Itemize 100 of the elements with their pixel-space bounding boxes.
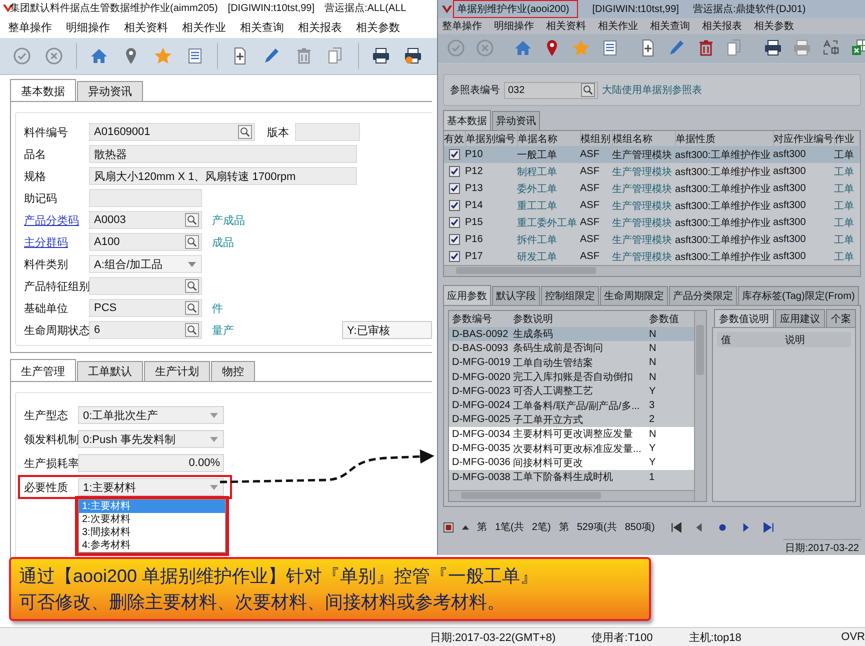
lookup-field[interactable]: PCS xyxy=(89,299,202,317)
table-row[interactable]: D-MFG-0025 子工单开立方式 2 xyxy=(449,412,694,428)
column-header[interactable]: 说明 xyxy=(785,332,805,346)
horizontal-scrollbar[interactable] xyxy=(444,265,860,276)
lookup-field[interactable]: A100 xyxy=(89,233,202,251)
menu-item[interactable]: 相关报表 xyxy=(702,18,742,33)
dropdown-field[interactable]: A:组合/加工品 xyxy=(89,255,202,273)
menu-item[interactable]: 相关作业 xyxy=(598,18,638,33)
horizontal-scrollbar[interactable] xyxy=(449,490,694,501)
column-header[interactable]: 值 xyxy=(721,332,731,346)
table-row[interactable]: P15 重工委外工单 ASF 生产管理模块 asft300:工单维护作业 asft300 工单 xyxy=(444,214,860,231)
column-header[interactable]: 单据名称 xyxy=(517,131,580,146)
vertical-scrollbar[interactable] xyxy=(694,311,706,501)
text-field[interactable] xyxy=(89,189,202,207)
table-row[interactable]: D-BAS-0093 条码生成前是否询问 N xyxy=(449,341,694,356)
printer-icon[interactable] xyxy=(763,38,783,58)
tab[interactable]: 库存标签(Tag)限定(From) xyxy=(738,286,859,305)
menu-item[interactable]: 相关资料 xyxy=(124,20,168,34)
table-row[interactable]: P14 重工工单 ASF 生产管理模块 asft300:工单维护作业 asft300 工单 xyxy=(444,197,860,214)
table-row[interactable]: P10 一般工单 ASF 生产管理模块 asft300:工单维护作业 asft300 工单 xyxy=(444,146,860,163)
tab[interactable]: 异动资讯 xyxy=(77,81,143,101)
tab[interactable]: 控制组限定 xyxy=(541,286,599,305)
tab[interactable]: 异动资讯 xyxy=(492,111,540,130)
checkbox[interactable] xyxy=(449,149,460,160)
table-row[interactable]: D-MFG-0019 工单自动生管结案 N xyxy=(449,356,694,370)
tab[interactable]: 参数值说明 xyxy=(714,309,774,328)
printer-icon[interactable] xyxy=(371,46,391,66)
search-icon[interactable] xyxy=(581,83,595,97)
check-circle-icon[interactable] xyxy=(446,38,466,58)
search-icon[interactable] xyxy=(185,213,199,227)
table-row[interactable]: D-MFG-0038 工单下阶备料生成时机 1 xyxy=(449,470,694,484)
table-row[interactable]: D-MFG-0034 主要材料可更改调整应发量 N xyxy=(449,427,694,442)
table-row[interactable]: P13 委外工单 ASF 生产管理模块 asft300:工单维护作业 asft300 工单 xyxy=(444,180,860,197)
search-icon[interactable] xyxy=(238,125,252,139)
text-field[interactable]: 散热器 xyxy=(89,145,357,163)
last-page-icon[interactable] xyxy=(762,522,774,532)
table-row[interactable]: D-MFG-0035 次要材料可更改标准应发量... Y xyxy=(449,441,694,456)
column-header[interactable]: 单据性质 xyxy=(675,131,773,146)
checkbox[interactable] xyxy=(449,166,460,177)
tab[interactable]: 应用建议 xyxy=(775,309,825,328)
menu-item[interactable]: 整单操作 xyxy=(442,18,482,33)
checkbox[interactable] xyxy=(449,251,460,262)
lookup-field[interactable]: A01609001 xyxy=(89,123,255,141)
dropdown-option[interactable]: 3:間接材料 xyxy=(79,526,225,539)
table-row[interactable]: D-MFG-0024 工单备料/联产品/副产品/多... 3 xyxy=(449,398,694,413)
checkbox[interactable] xyxy=(449,183,460,194)
tab[interactable]: 基本数据 xyxy=(10,79,76,101)
column-header[interactable]: 模组名称 xyxy=(612,131,675,146)
column-header[interactable]: 模组别 xyxy=(580,131,612,146)
tab[interactable]: 默认字段 xyxy=(492,286,540,305)
menu-item[interactable]: 相关参数 xyxy=(356,20,400,34)
dropdown-option[interactable]: 4:参考材料 xyxy=(79,539,225,552)
menu-item[interactable]: 明细操作 xyxy=(66,20,110,34)
home-icon[interactable] xyxy=(89,46,109,66)
checkbox[interactable] xyxy=(449,217,460,228)
menu-item[interactable]: 相关查询 xyxy=(240,20,284,34)
tab[interactable]: 物控 xyxy=(211,361,255,381)
search-icon[interactable] xyxy=(185,279,199,293)
tab[interactable]: 生命周期限定 xyxy=(600,286,668,305)
column-header[interactable]: 参数说明 xyxy=(513,312,649,326)
column-header[interactable]: 对应作业编号 xyxy=(773,131,834,146)
dropdown-option[interactable]: 2:次要材料 xyxy=(79,513,225,526)
field-link[interactable]: 产品分类码 xyxy=(24,212,89,228)
lookup-field[interactable]: A0003 xyxy=(89,211,202,229)
star-icon[interactable] xyxy=(153,46,173,66)
menu-item[interactable]: 相关查询 xyxy=(650,18,690,33)
tab[interactable]: 工单默认 xyxy=(77,361,143,381)
record-dot-icon[interactable] xyxy=(716,522,728,532)
column-header[interactable]: 参数值 xyxy=(649,312,681,326)
column-header[interactable]: 单据别编号 xyxy=(465,131,517,146)
lookup-field[interactable]: 032 xyxy=(504,82,598,98)
number-field[interactable]: 0.00% xyxy=(78,454,224,472)
table-row[interactable]: D-BAS-0092 生成条码 N xyxy=(449,327,694,342)
menu-item[interactable]: 明细操作 xyxy=(494,18,534,33)
menu-item[interactable]: 相关资料 xyxy=(546,18,586,33)
search-icon[interactable] xyxy=(185,301,199,315)
tab[interactable]: 应用参数 xyxy=(443,285,491,305)
search-icon[interactable] xyxy=(185,235,199,249)
check-circle-icon[interactable] xyxy=(12,46,32,66)
column-header[interactable]: 作业 xyxy=(834,131,860,146)
tab[interactable]: 基本数据 xyxy=(443,110,491,130)
table-row[interactable]: P17 研发工单 ASF 生产管理模块 asft300:工单维护作业 asft300 工单 xyxy=(444,248,860,265)
table-row[interactable]: P16 拆件工单 ASF 生产管理模块 asft300:工单维护作业 asft300 工单 xyxy=(444,231,860,248)
star-icon[interactable] xyxy=(571,38,591,58)
table-row[interactable]: P12 制程工单 ASF 生产管理模块 asft300:工单维护作业 asft300 工单 xyxy=(444,163,860,180)
caret-icon[interactable] xyxy=(462,524,469,530)
lookup-field[interactable]: 6 xyxy=(89,321,202,339)
table-row[interactable]: D-MFG-0036 间接材料可更改 Y xyxy=(449,456,694,470)
dropdown-field[interactable]: 0:工单批次生产 xyxy=(78,406,224,424)
tab[interactable]: 生产管理 xyxy=(10,359,76,381)
column-header[interactable]: 有效 xyxy=(444,131,465,146)
checkbox[interactable] xyxy=(449,200,460,211)
menu-item[interactable]: 相关作业 xyxy=(182,20,226,34)
menu-item[interactable]: 相关参数 xyxy=(754,18,794,33)
text-field[interactable] xyxy=(295,123,360,141)
menu-item[interactable]: 相关报表 xyxy=(298,20,342,34)
table-row[interactable]: D-MFG-0020 完工入库扣账是否自动倒扣 N xyxy=(449,370,694,384)
menu-item[interactable]: 整单操作 xyxy=(8,20,52,34)
exit-icon[interactable] xyxy=(443,522,454,532)
dropdown-field[interactable]: 1:主要材料 xyxy=(78,478,224,496)
